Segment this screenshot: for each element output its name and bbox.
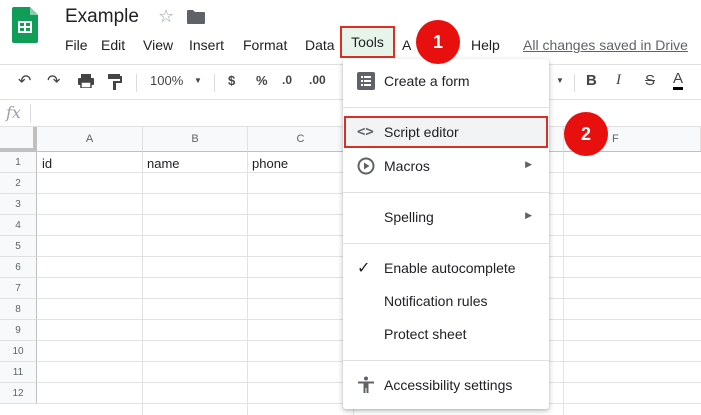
play-circle-icon [357,157,375,175]
menu-item-label: Accessibility settings [384,377,513,393]
row-header[interactable]: 2 [0,173,37,194]
menu-item-create-form[interactable]: Create a form [343,65,549,97]
undo-icon[interactable]: ↶ [18,71,31,91]
zoom-select[interactable]: 100% [150,73,183,88]
increase-decimal-button[interactable]: .00 [309,73,326,87]
menu-item-label: Create a form [384,73,470,89]
menu-file[interactable]: File [65,37,88,53]
column-header-c[interactable]: C [248,127,354,152]
menu-item-label: Notification rules [384,293,488,309]
row-header[interactable]: 12 [0,383,37,404]
submenu-arrow-icon: ▶ [525,210,532,220]
menu-insert[interactable]: Insert [189,37,224,53]
row-header[interactable]: 4 [0,215,37,236]
star-icon[interactable]: ☆ [158,6,174,27]
menu-item-label: Macros [384,158,430,174]
row-header[interactable]: 11 [0,362,37,383]
menu-addons[interactable]: A [402,37,411,53]
row-header[interactable]: 1 [0,152,37,173]
menu-item-label: Enable autocomplete [384,260,516,276]
menu-format[interactable]: Format [243,37,287,53]
cell-c1[interactable]: phone [252,156,288,171]
paint-format-icon[interactable] [108,74,122,93]
fx-icon: fx [6,103,21,122]
menu-item-accessibility-settings[interactable]: Accessibility settings [343,369,549,401]
font-size-dropdown-icon[interactable]: ▼ [556,76,564,85]
menu-item-label: Protect sheet [384,326,467,342]
submenu-arrow-icon: ▶ [525,159,532,169]
document-title[interactable]: Example [65,6,139,28]
checkmark-icon: ✓ [357,260,371,277]
menu-data[interactable]: Data [305,37,335,53]
column-header-b[interactable]: B [143,127,248,152]
menu-item-enable-autocomplete[interactable]: ✓ Enable autocomplete [343,252,549,284]
code-icon: <> [357,124,374,140]
text-color-button[interactable]: A [673,70,684,90]
zoom-dropdown-icon[interactable]: ▼ [194,76,202,85]
strikethrough-button[interactable]: S [645,72,655,89]
form-icon [357,72,375,90]
italic-button[interactable]: I [616,72,621,89]
row-header[interactable]: 9 [0,320,37,341]
menu-tools[interactable]: Tools [340,26,395,58]
menu-help[interactable]: Help [471,37,500,53]
menu-item-script-editor[interactable]: <> Script editor [343,116,549,148]
menu-edit[interactable]: Edit [101,37,125,53]
row-header[interactable]: 10 [0,341,37,362]
decrease-decimal-button[interactable]: .0 [282,73,292,87]
step-2-badge: 2 [564,112,608,156]
menu-item-macros[interactable]: Macros ▶ [343,150,549,182]
column-header-a[interactable]: A [37,127,143,152]
row-header[interactable]: 3 [0,194,37,215]
menu-item-label: Spelling [384,209,434,225]
cell-a1[interactable]: id [42,156,52,171]
save-status-link[interactable]: All changes saved in Drive [523,37,688,53]
menu-item-spelling[interactable]: Spelling ▶ [343,201,549,233]
currency-format-button[interactable]: $ [228,73,235,88]
folder-icon[interactable] [187,10,205,24]
accessibility-icon [357,376,375,394]
menu-view[interactable]: View [143,37,173,53]
menu-item-protect-sheet[interactable]: Protect sheet [343,318,549,350]
percent-format-button[interactable]: % [256,73,268,88]
bold-button[interactable]: B [586,72,597,89]
step-1-badge: 1 [416,20,460,64]
redo-icon[interactable]: ↷ [47,71,60,91]
select-all-corner[interactable] [0,127,37,152]
row-header[interactable]: 7 [0,278,37,299]
tools-dropdown-menu: Create a form <> Script editor Macros ▶ … [343,59,549,409]
cell-b1[interactable]: name [147,156,180,171]
sheets-logo-icon[interactable] [12,7,38,43]
row-header[interactable]: 8 [0,299,37,320]
menu-item-label: Script editor [384,124,459,140]
print-icon[interactable] [78,74,94,91]
menu-item-notification-rules[interactable]: Notification rules [343,285,549,317]
row-header[interactable]: 5 [0,236,37,257]
row-header[interactable]: 6 [0,257,37,278]
